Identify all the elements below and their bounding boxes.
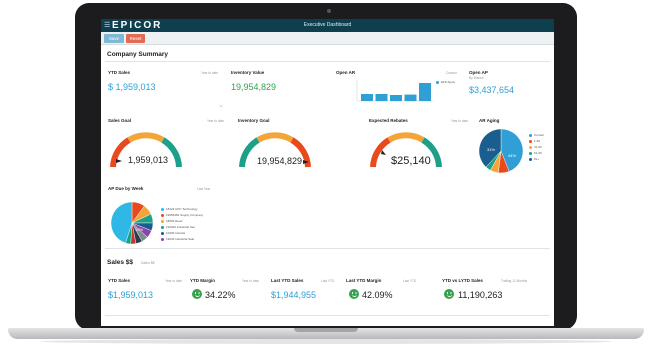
expected-rebates-value: $25,140 [391, 155, 431, 167]
ap-due-title: AP Due by Week [108, 186, 144, 191]
open-ap-title: Open AP [469, 70, 488, 75]
top-bar: ☰ EPICOR Executive Dashboard [101, 19, 554, 32]
ar-aging-legend-item: 61-90 [529, 151, 542, 155]
ytd-margin-period: Year to date [242, 279, 260, 283]
inventory-goal-value: 19,954,829 [257, 156, 303, 166]
ytd-vs-lytd-value: 11,190,263 [458, 290, 503, 300]
inventory-goal-title: Inventory Goal [238, 118, 270, 123]
ytd-sales-title: YTD Sales [108, 70, 131, 75]
laptop-shadow [40, 339, 612, 344]
ytd-vs-lytd-period: Trailing 12 Months [501, 279, 528, 283]
expected-rebates-title: Expected Rebates [369, 118, 408, 123]
smile-icon [444, 289, 454, 299]
sales-goal-period: Year to date [207, 119, 225, 123]
sales-section-title: Sales $$ [107, 259, 134, 266]
save-button[interactable]: Save [104, 34, 124, 43]
open-ar-bar [390, 95, 402, 101]
dashboard-title: Executive Dashboard [303, 22, 352, 28]
last-ytd-sales-value: $1,944,955 [271, 290, 317, 300]
company-summary-title: Company Summary [107, 51, 169, 58]
divider [105, 315, 550, 316]
last-ytd-margin-title: Last YTD Margin [346, 278, 382, 283]
ap-due-legend-item: 10939 Intertek [161, 231, 185, 235]
ytd-vs-lytd-title: YTD vs LYTD Sales [442, 278, 483, 283]
ar-aging-legend-item: 1-30 [529, 139, 540, 143]
sales-ytd-title: YTD Sales [108, 278, 131, 283]
ytd-sales-value: $ 1,959,013 [108, 82, 156, 92]
ytd-margin-value: 34.22% [205, 290, 236, 300]
divider [105, 248, 550, 249]
open-ar-chart [356, 80, 433, 102]
toolbar: Save Reset [101, 32, 554, 45]
sales-ytd-value: $1,959,013 [108, 290, 154, 300]
ap-due-legend-item: 192020 Industrial Sec [161, 225, 195, 229]
ytd-sales-period: Year to date [201, 71, 219, 75]
smile-icon [192, 289, 202, 299]
ap-due-label: 10% [135, 227, 143, 232]
ar-aging-label-b: 44% [508, 153, 516, 158]
open-ar-period: Custom [446, 71, 457, 75]
ap-due-legend-item: 19056481 Supply Company [161, 213, 203, 217]
ap-due-pie: 10% [110, 201, 154, 245]
sales-goal-title: Sales Goal [108, 118, 132, 123]
ar-aging-pie: 31% 44% [478, 128, 524, 174]
inventory-value-title: Inventory Value [231, 70, 265, 75]
ap-due-legend-item: 18123 UPC Technology [161, 207, 197, 211]
sales-ytd-period: Year to date [165, 279, 183, 283]
ar-aging-legend-item: 91+ [529, 157, 539, 161]
ar-aging-legend-item: 31-60 [529, 145, 542, 149]
open-ar-bar [375, 94, 388, 101]
open-ar-bar [404, 94, 417, 101]
open-ar-legend: EFP Apply [436, 80, 455, 84]
last-ytd-margin-value: 42.09% [362, 290, 393, 300]
sales-section-sub: Sales $$ [141, 261, 155, 265]
last-ytd-sales-title: Last YTD Sales [271, 278, 304, 283]
ar-aging-legend-item: Current [529, 133, 544, 137]
open-ar-bar [419, 83, 431, 101]
laptop-notch [294, 328, 358, 332]
smile-icon [349, 289, 359, 299]
last-ytd-sales-period: Last YTD [321, 279, 335, 283]
reset-button[interactable]: Reset [126, 34, 145, 43]
ar-aging-label-a: 31% [487, 147, 495, 152]
open-ap-value: $3,437,654 [469, 85, 515, 95]
expected-rebates-period: Year to date [451, 119, 469, 123]
open-ap-sub: By Branch [469, 76, 484, 80]
ytd-margin-title: YTD Margin [190, 278, 216, 283]
last-ytd-margin-period: Last YTD [403, 279, 417, 283]
ap-due-period: Last Year [197, 187, 211, 191]
inventory-value: 19,954,829 [231, 82, 277, 92]
sales-goal-value: 1,959,013 [128, 155, 169, 165]
resize-handle-icon[interactable]: ⇲ [219, 103, 222, 108]
screen: ☰ EPICOR Executive Dashboard Save Reset … [101, 19, 554, 326]
ap-due-legend-item: 19033 Industrial Sale [161, 237, 194, 241]
ar-aging-title: AR Aging [479, 118, 500, 123]
open-ar-bar [361, 94, 373, 101]
ap-due-legend-item: 18093 Reed [161, 219, 182, 223]
open-ar-title: Open AR [336, 70, 356, 75]
camera-icon [327, 9, 331, 13]
laptop-base [8, 328, 644, 339]
divider [105, 61, 550, 62]
